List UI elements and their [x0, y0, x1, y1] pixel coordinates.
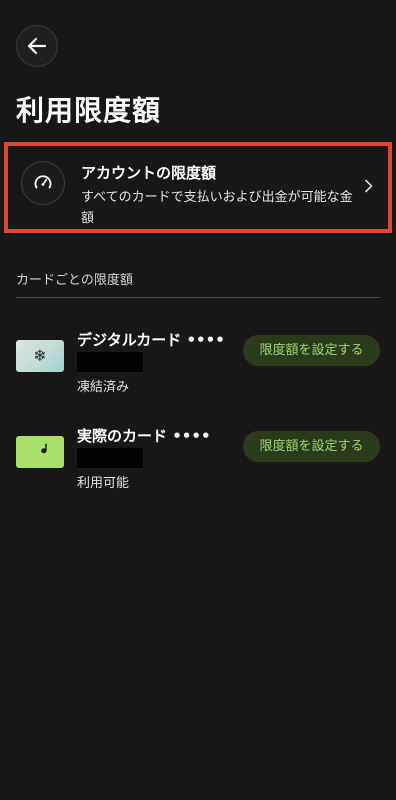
chevron-right-icon: [365, 179, 373, 193]
digital-card-thumbnail: ❄: [16, 340, 64, 372]
set-limit-button[interactable]: 限度額を設定する: [243, 335, 380, 366]
physical-card-thumbnail: ᖱ: [16, 436, 64, 468]
redacted-card-number: [77, 352, 143, 372]
divider: [16, 297, 380, 298]
card-row-digital: ❄ デジタルカード •••• 凍結済み 限度額を設定する: [16, 330, 380, 400]
account-limit-title: アカウントの限度額: [81, 164, 217, 182]
set-limit-button[interactable]: 限度額を設定する: [243, 431, 380, 462]
page-title: 利用限度額: [16, 94, 162, 127]
card-name: 実際のカード ••••: [77, 427, 211, 445]
card-logo-icon: ᖱ: [40, 442, 48, 456]
card-status: 利用可能: [77, 476, 130, 491]
section-header: カードごとの限度額: [16, 273, 133, 288]
back-button[interactable]: [16, 25, 58, 67]
snowflake-icon: ❄: [33, 346, 47, 365]
account-limit-item[interactable]: アカウントの限度額 すべてのカードで支払いおよび出金が可能な金額: [4, 142, 392, 233]
card-row-physical: ᖱ 実際のカード •••• 利用可能 限度額を設定する: [16, 426, 380, 496]
speedometer-icon: [21, 161, 65, 205]
arrow-left-icon: [27, 37, 47, 55]
account-limit-description: すべてのカードで支払いおよび出金が可能な金額: [81, 190, 353, 226]
redacted-card-number: [77, 448, 143, 468]
card-status: 凍結済み: [77, 380, 130, 395]
card-name: デジタルカード ••••: [77, 331, 225, 349]
